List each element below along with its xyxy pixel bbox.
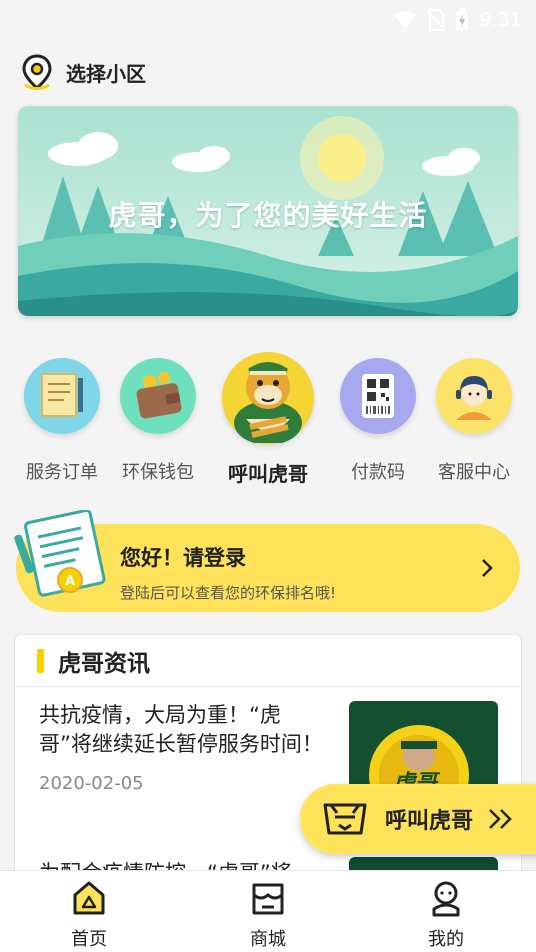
no-sim-icon [427,9,446,31]
chevron-right-icon [482,559,493,577]
menu-label: 付款码 [351,462,405,483]
tiger-mascot-icon [222,352,314,444]
menu-item-call-tiger[interactable]: 呼叫虎哥 [218,340,318,487]
call-float-label: 呼叫虎哥 [385,809,474,834]
menu-label: 客服中心 [438,462,510,483]
location-label: 选择小区 [66,61,146,86]
news-item-date: 2020-02-05 [39,773,144,794]
tab-profile[interactable]: 我的 [386,881,506,951]
status-bar: 9:31 [0,0,536,38]
tiger-face-icon [323,803,367,835]
menu-label: 环保钱包 [122,462,194,483]
menu-item-payment-code[interactable]: 付款码 [328,340,428,484]
location-selector[interactable]: 选择小区 [20,54,146,90]
menu-item-eco-wallet[interactable]: 环保钱包 [108,340,208,484]
customer-service-icon [436,358,512,434]
news-item[interactable]: 共抗疫情，大局为重！“虎哥”将继续延长暂停服务时间！ 2020-02-05 [39,701,329,794]
wifi-icon [394,11,417,29]
menu-label: 呼叫虎哥 [228,462,308,486]
status-time: 9:31 [479,9,522,31]
qr-code-icon [340,358,416,434]
location-pin-icon [22,54,52,90]
svg-text:A: A [65,574,75,589]
news-header: 虎哥资讯 [15,635,521,687]
home-icon [73,881,105,915]
tab-label: 首页 [71,929,107,950]
profile-icon [432,881,460,917]
menu-item-service-orders[interactable]: 服务订单 [12,340,112,484]
menu-label: 服务订单 [26,462,98,483]
section-accent-bar [37,648,44,673]
menu-item-customer-service[interactable]: 客服中心 [424,340,524,484]
bottom-tab-bar: 首页 商城 我的 [0,870,536,952]
document-icon [24,358,100,434]
banner-title: 虎哥，为了您的美好生活 [108,199,428,232]
news-item-title: 共抗疫情，大局为重！“虎哥”将继续延长暂停服务时间！ [39,703,323,756]
tab-shop[interactable]: 商城 [208,881,328,951]
tab-home[interactable]: 首页 [29,881,149,951]
status-icons: 9:31 [393,8,522,32]
certificate-icon: A [14,510,106,597]
quick-menu: 服务订单 环保钱包 呼叫虎哥 付款码 客服中心 [0,340,536,490]
call-tiger-float-button[interactable]: 呼叫虎哥 [300,784,536,854]
battery-charging-icon [456,8,469,31]
double-chevron-right-icon [489,809,512,829]
tab-label: 商城 [250,929,286,950]
login-subtitle: 登陆后可以查看您的环保排名哦! [120,584,337,602]
promo-banner[interactable]: 虎哥，为了您的美好生活 [18,106,518,316]
news-section-title: 虎哥资讯 [58,650,150,677]
tab-label: 我的 [428,929,464,950]
shop-icon [252,883,284,915]
login-title: 您好！请登录 [120,546,246,570]
wallet-icon [120,358,196,434]
